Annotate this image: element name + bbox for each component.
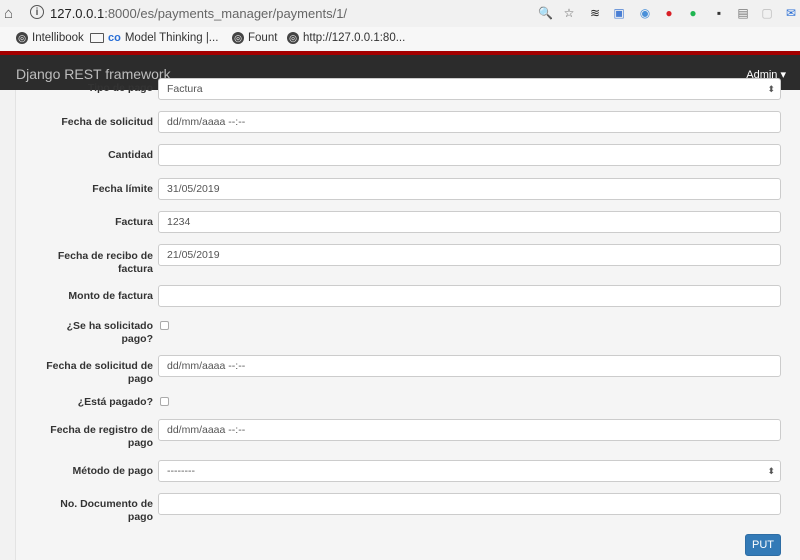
monto-factura-input[interactable] bbox=[158, 285, 781, 307]
extension-translate-icon[interactable]: ▣ bbox=[612, 6, 626, 20]
bookmark-model-thinking[interactable]: co Model Thinking |... bbox=[90, 32, 218, 44]
field-label: Factura bbox=[115, 216, 153, 228]
page-margin bbox=[0, 90, 15, 560]
globe-icon: ◎ bbox=[16, 32, 28, 44]
field-label: Fecha de registro de pago bbox=[50, 424, 153, 449]
globe-icon: ◎ bbox=[287, 32, 299, 44]
select-arrows-icon: ⬍ bbox=[767, 466, 775, 476]
extension-square-icon[interactable]: ▪ bbox=[712, 6, 726, 20]
no-documento-pago-input[interactable] bbox=[158, 493, 781, 515]
home-icon[interactable]: ⌂ bbox=[4, 5, 13, 22]
fecha-registro-pago-input[interactable]: dd/mm/aaaa --:-- bbox=[158, 419, 781, 441]
field-label: Fecha de solicitud de pago bbox=[46, 360, 153, 385]
url-path: :8000/es/payments_manager/payments/1/ bbox=[104, 6, 348, 21]
bookmark-label: Fount bbox=[248, 32, 278, 44]
field-label: ¿Está pagado? bbox=[77, 396, 153, 408]
fecha-limite-input[interactable]: 31/05/2019 bbox=[158, 178, 781, 200]
browser-address-bar: ⌂ i 127.0.0.1:8000/es/payments_manager/p… bbox=[0, 0, 800, 28]
se-ha-solicitado-pago-checkbox[interactable] bbox=[160, 321, 169, 330]
bookmark-localhost[interactable]: ◎ http://127.0.0.1:80... bbox=[287, 32, 405, 44]
bookmark-intellibook[interactable]: ◎ Intellibook bbox=[16, 32, 84, 44]
tipo-de-pago-select[interactable]: Factura ⬍ bbox=[158, 78, 781, 100]
field-label: Monto de factura bbox=[68, 290, 153, 302]
field-label: Fecha límite bbox=[92, 183, 153, 195]
field-label: Método de pago bbox=[72, 465, 154, 477]
fecha-solicitud-input[interactable]: dd/mm/aaaa --:-- bbox=[158, 111, 781, 133]
form-panel: Tipo de pago Factura ⬍ Fecha de solicitu… bbox=[15, 78, 800, 560]
select-value: Factura bbox=[167, 83, 203, 95]
zoom-icon[interactable]: 🔍 bbox=[538, 6, 553, 20]
esta-pagado-checkbox[interactable] bbox=[160, 397, 169, 406]
folder-icon bbox=[90, 33, 104, 43]
extension-light-icon[interactable]: ▢ bbox=[760, 6, 774, 20]
bookmarks-bar: ◎ Intellibook co Model Thinking |... ◎ F… bbox=[0, 27, 800, 52]
fecha-recibo-factura-input[interactable]: 21/05/2019 bbox=[158, 244, 781, 266]
extension-gray-icon[interactable]: ▤ bbox=[736, 6, 750, 20]
fecha-solicitud-pago-input[interactable]: dd/mm/aaaa --:-- bbox=[158, 355, 781, 377]
field-label: Fecha de solicitud bbox=[61, 116, 153, 128]
url-field[interactable]: 127.0.0.1:8000/es/payments_manager/payme… bbox=[50, 6, 347, 21]
extension-stack-icon[interactable]: ≋ bbox=[588, 6, 602, 20]
field-label: Tipo de pago bbox=[87, 82, 153, 94]
field-label: Fecha de recibo de factura bbox=[57, 250, 153, 275]
select-arrows-icon: ⬍ bbox=[767, 84, 775, 94]
bookmark-label: http://127.0.0.1:80... bbox=[303, 32, 406, 44]
field-label: Cantidad bbox=[108, 149, 153, 161]
field-label: ¿Se ha solicitado pago? bbox=[66, 320, 153, 345]
coursera-icon: co bbox=[108, 32, 121, 44]
bookmark-label: Model Thinking |... bbox=[124, 32, 219, 44]
site-info-icon[interactable]: i bbox=[30, 5, 44, 19]
brand-title[interactable]: Django REST framework bbox=[16, 66, 171, 82]
field-label: No. Documento de pago bbox=[60, 498, 153, 523]
evernote-icon[interactable]: ● bbox=[686, 6, 700, 20]
metodo-pago-select[interactable]: -------- ⬍ bbox=[158, 460, 781, 482]
url-host: 127.0.0.1 bbox=[50, 6, 105, 21]
pinterest-icon[interactable]: ● bbox=[662, 6, 676, 20]
bookmark-star-icon[interactable]: ☆ bbox=[562, 6, 576, 20]
select-value: -------- bbox=[167, 465, 195, 477]
gmail-icon[interactable]: ✉ bbox=[784, 6, 798, 20]
bookmark-label: Intellibook bbox=[32, 32, 84, 44]
cantidad-input[interactable] bbox=[158, 144, 781, 166]
factura-input[interactable]: 1234 bbox=[158, 211, 781, 233]
extension-circle-icon[interactable]: ◉ bbox=[638, 6, 652, 20]
put-button[interactable]: PUT bbox=[745, 534, 781, 556]
globe-icon: ◎ bbox=[232, 32, 244, 44]
bookmark-fount[interactable]: ◎ Fount bbox=[232, 32, 277, 44]
